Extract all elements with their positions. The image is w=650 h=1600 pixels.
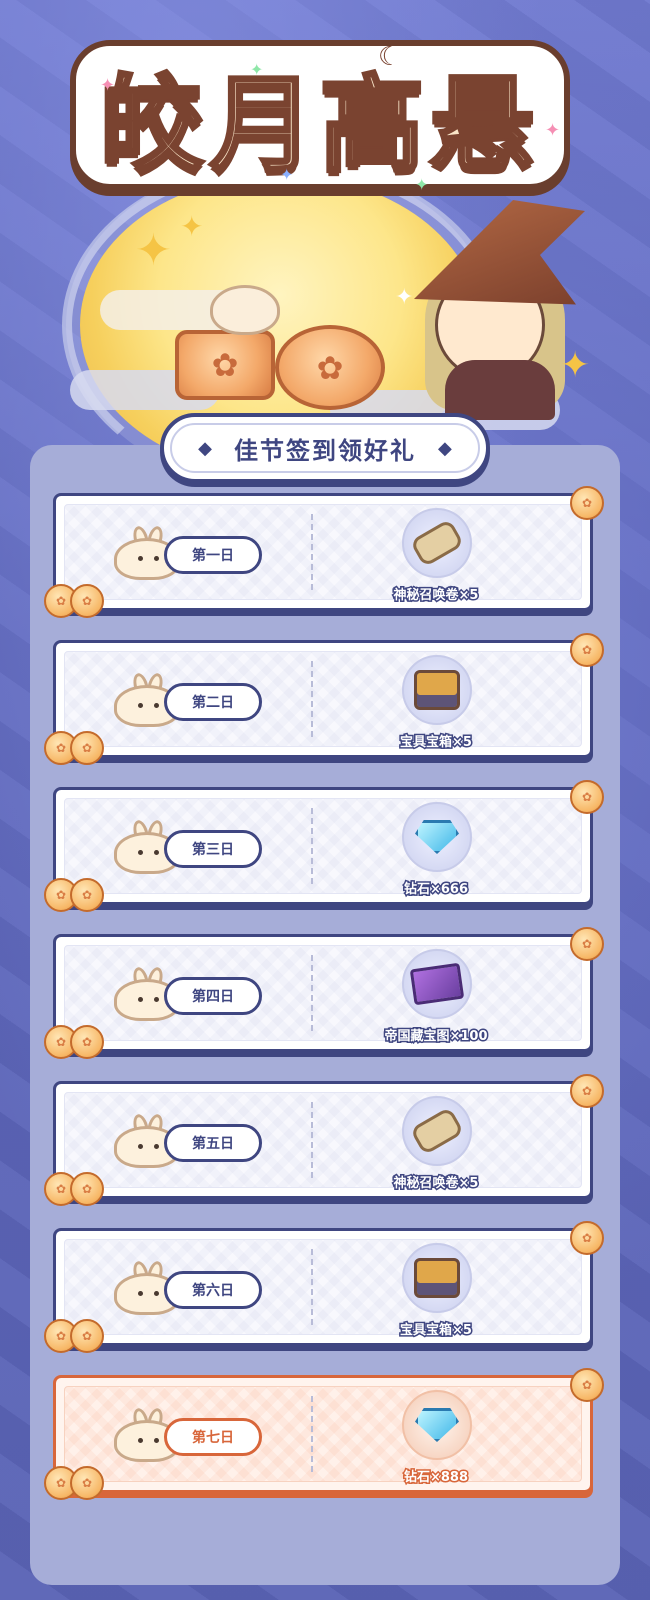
divider bbox=[311, 1102, 313, 1178]
mooncake-coins-icon: ✿ ✿ bbox=[44, 1315, 106, 1355]
mooncake-coin-icon: ✿ bbox=[570, 1368, 604, 1402]
reward-label: 神秘召唤卷×5 bbox=[392, 587, 480, 605]
day-label: 第六日 bbox=[164, 1271, 262, 1309]
reward-label: 宝具宝箱×5 bbox=[399, 734, 474, 752]
mooncake-coins-icon: ✿ ✿ bbox=[44, 1021, 106, 1061]
title-banner: 皎月高悬 bbox=[70, 40, 570, 190]
diamond-icon bbox=[402, 1390, 472, 1460]
mooncake-coins-icon: ✿ ✿ bbox=[44, 580, 106, 620]
hero-banner: ✿ ✿ ✦ ✦ ✦ ✦ 皎月高悬 ✦ ✦ ✦ ✦ ✦ ☾ bbox=[0, 0, 650, 490]
witch-character bbox=[405, 200, 585, 420]
sparkle-icon: ✦ bbox=[395, 285, 414, 310]
sparkle-icon: ✦ bbox=[250, 60, 264, 79]
reward-label: 钻石×666 bbox=[402, 881, 469, 899]
chest-icon bbox=[402, 655, 472, 725]
diamond-icon: ◆ bbox=[198, 437, 212, 459]
sparkle-icon: ✦ bbox=[560, 345, 591, 386]
divider bbox=[311, 661, 313, 737]
day-card-6[interactable]: ✿ 第六日 宝具宝箱×5 ✿ ✿ bbox=[44, 1221, 604, 1353]
sparkle-icon: ✦ bbox=[545, 120, 561, 141]
diamond-icon: ◆ bbox=[438, 437, 452, 459]
mooncake-coin-icon: ✿ bbox=[570, 927, 604, 961]
sparkle-icon: ✦ bbox=[280, 165, 294, 184]
day-card-7[interactable]: ✿ 第七日 钻石×888 ✿ ✿ bbox=[44, 1368, 604, 1500]
diamond-icon bbox=[402, 802, 472, 872]
mooncake-coin-icon: ✿ bbox=[570, 1221, 604, 1255]
sparkle-icon: ✦ bbox=[135, 225, 172, 276]
day-card-3[interactable]: ✿ 第三日 钻石×666 ✿ ✿ bbox=[44, 780, 604, 912]
divider bbox=[311, 1249, 313, 1325]
day-label: 第七日 bbox=[164, 1418, 262, 1456]
scroll-icon bbox=[402, 508, 472, 578]
day-label: 第五日 bbox=[164, 1124, 262, 1162]
mooncake-coins-icon: ✿ ✿ bbox=[44, 1462, 106, 1502]
day-card-1[interactable]: ✿ 第一日 神秘召唤卷×5 ✿ ✿ bbox=[44, 486, 604, 618]
reward-label: 宝具宝箱×5 bbox=[399, 1322, 474, 1340]
sparkle-icon: ✦ bbox=[415, 175, 429, 194]
sparkle-icon: ✦ bbox=[180, 210, 204, 243]
map-icon bbox=[402, 949, 472, 1019]
day-label: 第四日 bbox=[164, 977, 262, 1015]
reward-label: 钻石×888 bbox=[402, 1469, 469, 1487]
day-card-2[interactable]: ✿ 第二日 宝具宝箱×5 ✿ ✿ bbox=[44, 633, 604, 765]
mooncake-coins-icon: ✿ ✿ bbox=[44, 874, 106, 914]
panel-title-badge: ◆ 佳节签到领好礼 ◆ bbox=[160, 413, 490, 483]
page-title: 皎月高悬 bbox=[98, 62, 540, 188]
reward-label: 神秘召唤卷×5 bbox=[392, 1175, 480, 1193]
divider bbox=[311, 955, 313, 1031]
mooncake-coin-icon: ✿ bbox=[570, 1074, 604, 1108]
mooncake-coins-icon: ✿ ✿ bbox=[44, 1168, 106, 1208]
crescent-moon-icon: ☾ bbox=[378, 42, 402, 72]
chest-icon bbox=[402, 1243, 472, 1313]
mooncake-coins-icon: ✿ ✿ bbox=[44, 727, 106, 767]
mooncake-icon: ✿ bbox=[175, 330, 275, 400]
day-card-4[interactable]: ✿ 第四日 帝国藏宝图×100 ✿ ✿ bbox=[44, 927, 604, 1059]
day-label: 第二日 bbox=[164, 683, 262, 721]
panel-title: 佳节签到领好礼 bbox=[234, 436, 416, 465]
day-card-5[interactable]: ✿ 第五日 神秘召唤卷×5 ✿ ✿ bbox=[44, 1074, 604, 1206]
day-label: 第一日 bbox=[164, 536, 262, 574]
sparkle-icon: ✦ bbox=[100, 75, 116, 96]
divider bbox=[311, 1396, 313, 1472]
divider bbox=[311, 808, 313, 884]
mooncake-coin-icon: ✿ bbox=[570, 486, 604, 520]
mooncake-coin-icon: ✿ bbox=[570, 633, 604, 667]
mooncake-coin-icon: ✿ bbox=[570, 780, 604, 814]
divider bbox=[311, 514, 313, 590]
scroll-icon bbox=[402, 1096, 472, 1166]
mooncake-icon: ✿ bbox=[275, 325, 385, 410]
bunny-icon bbox=[210, 285, 280, 335]
reward-label: 帝国藏宝图×100 bbox=[383, 1028, 489, 1046]
day-label: 第三日 bbox=[164, 830, 262, 868]
